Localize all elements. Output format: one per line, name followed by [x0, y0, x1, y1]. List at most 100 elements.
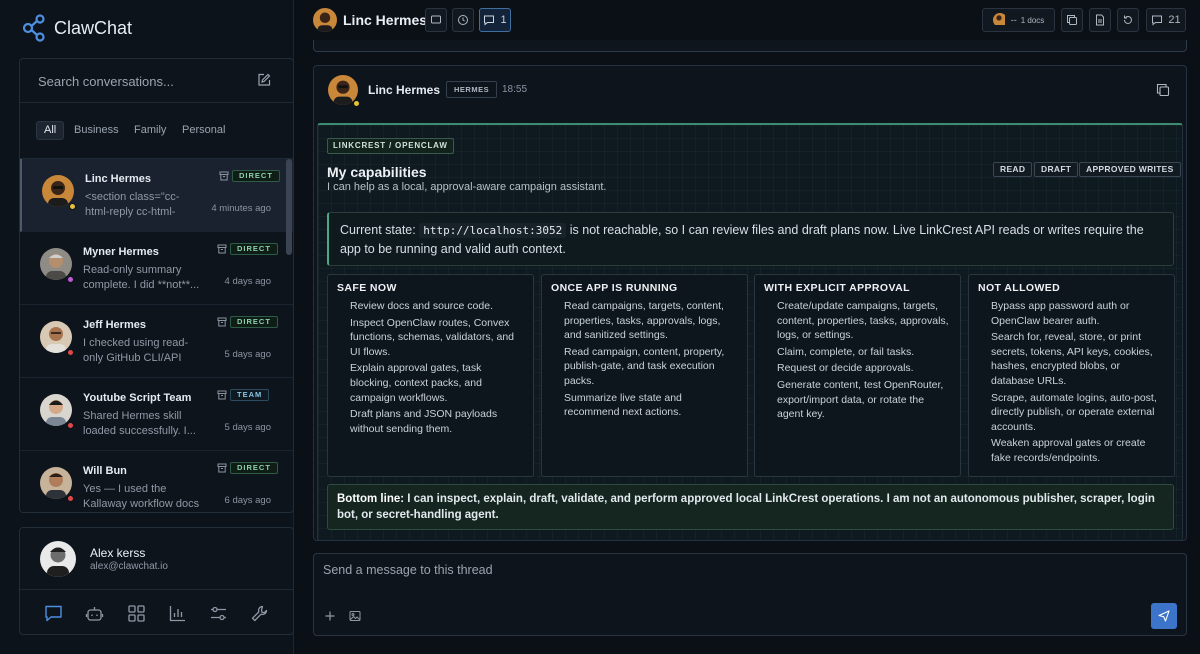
status-dot — [67, 276, 74, 283]
refresh-icon — [1124, 15, 1132, 24]
type-badge: DIRECT — [232, 170, 280, 182]
copy-icon[interactable] — [1156, 83, 1170, 97]
avatar — [42, 175, 74, 207]
compose-icon[interactable] — [257, 73, 271, 87]
message-input[interactable] — [323, 560, 1123, 580]
type-badge: DIRECT — [230, 462, 278, 474]
column-item: Bypass app password auth or OpenClaw bea… — [991, 300, 1130, 327]
document-icon — [1096, 14, 1104, 26]
user-avatar[interactable] — [40, 541, 76, 577]
author-tag: HERMES — [446, 81, 498, 98]
avatar — [40, 321, 72, 353]
app-name: ClawChat — [54, 17, 133, 38]
conversation-item[interactable]: Will Bun Yes — I used the Kallaway workf… — [20, 451, 293, 512]
conversation-panel: All Business Family Personal Linc Hermes… — [19, 58, 294, 513]
conversation-item[interactable]: Linc Hermes <section class="cc-html-repl… — [20, 159, 293, 232]
send-button[interactable] — [1151, 603, 1177, 629]
message-square-button[interactable] — [425, 8, 447, 32]
conversation-item[interactable]: Youtube Script Team Shared Hermes skill … — [20, 378, 293, 451]
capability-column-explicit-approval: WITH EXPLICIT APPROVAL Create/update cam… — [754, 274, 961, 477]
message-card: Linc Hermes HERMES 18:55 LINKCREST / OPE… — [313, 65, 1187, 541]
history-button[interactable] — [452, 8, 474, 32]
clock-icon — [458, 15, 468, 25]
bottom-line-callout: Bottom line: I can inspect, explain, dra… — [327, 484, 1174, 530]
permission-badge: READ — [993, 162, 1033, 177]
archive-icon[interactable] — [217, 390, 227, 400]
archive-icon[interactable] — [217, 317, 227, 327]
archive-icon[interactable] — [217, 463, 227, 473]
archive-icon[interactable] — [219, 171, 229, 181]
copy-thread-button[interactable] — [1061, 8, 1083, 32]
docs-label: 1 docs — [1020, 15, 1045, 25]
conversation-name: Linc Hermes — [85, 173, 152, 185]
conversation-item[interactable]: Jeff Hermes I checked using read-only Gi… — [20, 305, 293, 378]
conversation-time: 4 minutes ago — [211, 203, 271, 214]
permission-badge: APPROVED WRITES — [1079, 162, 1181, 177]
eyebrow-label: LINKCREST / OPENCLAW — [327, 138, 454, 154]
avatar — [40, 248, 72, 280]
status-dot — [67, 495, 74, 502]
conversation-name: Myner Hermes — [83, 246, 159, 258]
status-dot — [69, 203, 76, 210]
chart-icon[interactable] — [168, 604, 187, 623]
message-author: Linc Hermes — [368, 83, 441, 97]
conversation-name: Jeff Hermes — [83, 319, 146, 331]
refresh-button[interactable] — [1117, 8, 1139, 32]
threads-button[interactable]: 1 — [479, 8, 511, 32]
type-badge: DIRECT — [230, 316, 278, 328]
conversation-scrollbar[interactable] — [286, 159, 292, 255]
state-prefix: Current state: — [340, 223, 416, 237]
capabilities-panel: LINKCREST / OPENCLAW My capabilities I c… — [317, 123, 1183, 540]
bot-icon[interactable] — [85, 604, 104, 623]
column-item: Summarize live state and recommend next … — [564, 391, 682, 419]
column-title: ONCE APP IS RUNNING — [551, 282, 678, 294]
bottom-line-text: I can inspect, explain, draft, validate,… — [337, 493, 1155, 521]
thread-title: Linc Hermes — [343, 12, 428, 28]
archive-icon[interactable] — [217, 244, 227, 254]
brand[interactable]: ClawChat — [22, 14, 132, 42]
docs-prefix: -- — [1010, 15, 1017, 25]
conversation-time: 6 days ago — [224, 495, 271, 506]
copy-icon — [1067, 15, 1077, 25]
chat-icon[interactable] — [44, 604, 63, 623]
column-item: Weaken approval gates or create fake rec… — [991, 437, 1146, 464]
capability-column-safe-now: SAFE NOW Review docs and source code. In… — [327, 274, 534, 477]
sliders-icon[interactable] — [209, 604, 228, 623]
image-icon[interactable] — [349, 610, 361, 622]
docs-button[interactable]: -- 1 docs — [982, 8, 1055, 32]
thread-header: Linc Hermes 1 -- 1 docs 21 — [294, 0, 1200, 40]
message-header: Linc Hermes HERMES 18:55 — [314, 66, 1186, 122]
capability-column-once-running: ONCE APP IS RUNNING Read campaigns, targ… — [541, 274, 748, 477]
sidebar: ClawChat All Business Family Personal Li… — [0, 0, 294, 654]
filter-tab-business[interactable]: Business — [67, 121, 126, 140]
search-row — [20, 59, 293, 103]
previous-message-card — [313, 40, 1187, 52]
filter-tab-personal[interactable]: Personal — [175, 121, 232, 140]
status-dot — [67, 349, 74, 356]
search-input[interactable] — [38, 71, 248, 91]
wrench-icon[interactable] — [250, 604, 269, 623]
grid-icon[interactable] — [127, 604, 146, 623]
filter-tab-family[interactable]: Family — [127, 121, 173, 140]
permission-badge: DRAFT — [1034, 162, 1079, 177]
user-email: alex@clawchat.io — [90, 561, 168, 572]
messages-count-button[interactable]: 21 — [1146, 8, 1186, 32]
filter-tab-all[interactable]: All — [36, 121, 65, 140]
conversation-preview: I checked using read-only GitHub CLI/API… — [83, 337, 189, 364]
status-dot — [67, 422, 74, 429]
conversation-name: Youtube Script Team — [83, 392, 192, 404]
column-item: Create/update campaigns, targets, conten… — [777, 300, 949, 342]
user-panel: Alex kerss alex@clawchat.io — [19, 527, 294, 635]
filter-tabs: All Business Family Personal — [20, 103, 293, 159]
conversation-item[interactable]: Myner Hermes Read-only summary complete.… — [20, 232, 293, 305]
conversation-preview: Read-only summary complete. I did **not*… — [83, 264, 200, 291]
send-icon — [1158, 610, 1170, 622]
conversation-time: 5 days ago — [224, 422, 271, 433]
plus-icon[interactable] — [324, 610, 336, 622]
bottom-line-lead: Bottom line: — [337, 493, 405, 505]
thread-avatar — [313, 8, 337, 32]
document-button[interactable] — [1089, 8, 1111, 32]
column-item: Inspect OpenClaw routes, Convex function… — [350, 316, 515, 358]
conversation-time: 4 days ago — [224, 276, 271, 287]
capabilities-subtitle: I can help as a local, approval-aware ca… — [327, 181, 607, 193]
